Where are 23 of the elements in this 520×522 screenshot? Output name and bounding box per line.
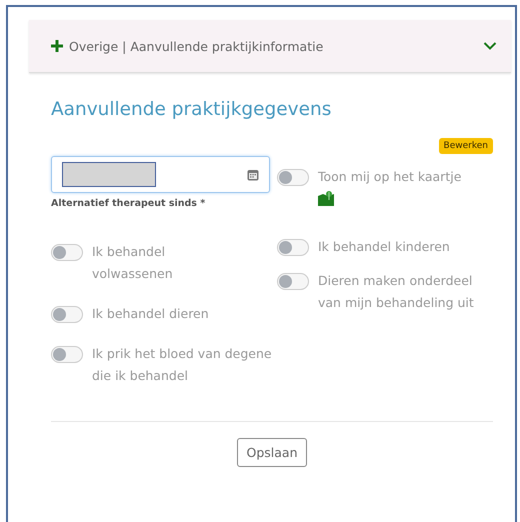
section-header[interactable]: Overige | Aanvullende praktijkinformatie: [29, 20, 511, 73]
plus-icon: [51, 40, 63, 52]
section-title: Aanvullende praktijkgegevens: [51, 99, 332, 120]
toggle-switch[interactable]: [277, 273, 309, 290]
section-header-title: Overige | Aanvullende praktijkinformatie: [69, 38, 324, 54]
calendar-icon[interactable]: [247, 168, 259, 180]
edit-badge[interactable]: Bewerken: [438, 138, 493, 154]
field-label: Alternatief therapeut sinds *: [51, 198, 206, 209]
toggle-switch[interactable]: [51, 346, 83, 363]
save-button[interactable]: Opslaan: [237, 438, 306, 467]
toggle-label: Ik behandel kinderen: [318, 238, 450, 256]
toggle-label: Ik behandel dieren: [92, 305, 209, 323]
toggle-switch[interactable]: [277, 169, 309, 186]
chevron-down-icon[interactable]: [483, 41, 497, 51]
toggle-label: Toon mij op het kaartje: [318, 168, 462, 186]
toggle-label: Dieren maken onderdeel van mijn behandeling uit: [318, 272, 475, 312]
map-pin-icon: [318, 190, 334, 206]
date-field[interactable]: [51, 156, 270, 193]
toggle-label: Ik behandel volwassenen: [92, 243, 174, 283]
toggle-switch[interactable]: [51, 306, 83, 323]
toggle-label: Ik prik het bloed van degene die ik behandel: [92, 345, 273, 385]
toggle-switch[interactable]: [277, 239, 309, 256]
toggle-switch[interactable]: [51, 244, 83, 261]
